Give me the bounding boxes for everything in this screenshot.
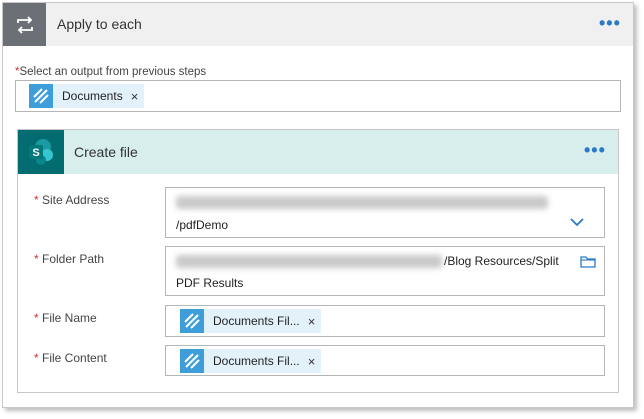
- svg-text:S: S: [32, 147, 39, 159]
- token-data-icon: [29, 84, 53, 108]
- token-data-icon: [180, 349, 204, 373]
- remove-token-icon[interactable]: ×: [308, 354, 316, 369]
- apply-to-each-header[interactable]: Apply to each •••: [3, 3, 633, 46]
- token-data-icon: [180, 309, 204, 333]
- folder-path-field[interactable]: /Blog Resources/Split PDF Results: [165, 246, 605, 296]
- folder-path-label: * Folder Path: [34, 252, 105, 266]
- more-options-icon[interactable]: •••: [599, 13, 621, 34]
- create-file-title: Create file: [74, 144, 138, 160]
- select-output-label: *Select an output from previous steps: [15, 66, 207, 78]
- apply-to-each-card: Apply to each ••• *Select an output from…: [2, 2, 634, 408]
- redacted-text: [176, 255, 442, 268]
- folder-path-value-line1: /Blog Resources/Split: [444, 254, 559, 268]
- site-address-field[interactable]: /pdfDemo: [165, 187, 605, 238]
- create-file-card: S Create file ••• * Site Address /pdfDem…: [17, 129, 619, 393]
- folder-icon[interactable]: [580, 255, 596, 268]
- file-content-label: * File Content: [34, 351, 107, 365]
- remove-token-icon[interactable]: ×: [308, 314, 316, 329]
- token-label: Documents Fil...: [213, 354, 300, 368]
- sharepoint-logo-icon: S: [18, 130, 64, 174]
- file-name-label: * File Name: [34, 311, 97, 325]
- file-name-field[interactable]: Documents Fil... ×: [165, 305, 605, 337]
- apply-to-each-title: Apply to each: [57, 16, 142, 32]
- token-label: Documents: [62, 89, 123, 103]
- site-address-label: * Site Address: [34, 193, 110, 207]
- folder-path-value-line2: PDF Results: [176, 276, 244, 290]
- file-name-token[interactable]: Documents Fil... ×: [180, 309, 322, 333]
- redacted-text: [176, 196, 548, 209]
- create-file-header[interactable]: S Create file •••: [18, 130, 618, 174]
- file-content-field[interactable]: Documents Fil... ×: [165, 345, 605, 376]
- documents-token[interactable]: Documents ×: [29, 84, 145, 108]
- token-label: Documents Fil...: [213, 314, 300, 328]
- select-output-field[interactable]: Documents ×: [15, 80, 621, 112]
- loop-icon: [3, 3, 46, 46]
- file-content-token[interactable]: Documents Fil... ×: [180, 349, 322, 373]
- remove-token-icon[interactable]: ×: [131, 89, 139, 104]
- chevron-down-icon[interactable]: [569, 216, 585, 228]
- more-options-icon[interactable]: •••: [584, 140, 606, 161]
- site-address-value: /pdfDemo: [176, 218, 229, 232]
